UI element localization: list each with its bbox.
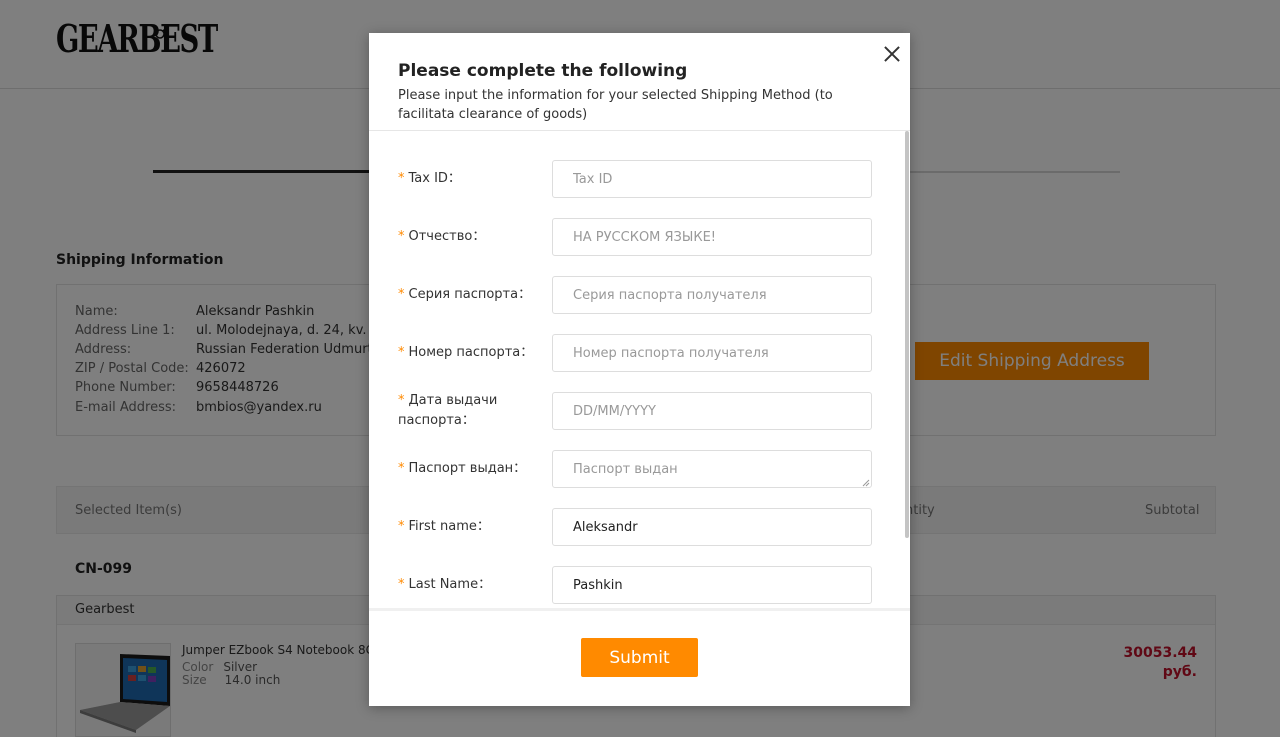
field-label-last-name: * Last Name： bbox=[398, 575, 538, 595]
field-label-text: Паспорт выдан： bbox=[408, 461, 527, 476]
field-label-patronymic: * Отчество： bbox=[398, 227, 538, 247]
submit-button[interactable]: Submit bbox=[581, 638, 698, 677]
required-star: * bbox=[398, 577, 405, 592]
required-star: * bbox=[398, 461, 405, 476]
required-star: * bbox=[398, 229, 405, 244]
modal-scrollbar-thumb[interactable] bbox=[905, 131, 909, 538]
passport-series-input[interactable] bbox=[552, 276, 872, 314]
field-label-text: Last Name： bbox=[408, 577, 492, 592]
modal-title: Please complete the following bbox=[398, 61, 688, 81]
field-label-first-name: * First name： bbox=[398, 517, 538, 537]
required-star: * bbox=[398, 519, 405, 534]
field-label-text: Номер паспорта： bbox=[408, 345, 534, 360]
field-label-passport-issued-by: * Паспорт выдан： bbox=[398, 459, 538, 479]
patronymic-input[interactable] bbox=[552, 218, 872, 256]
field-label-passport-series: * Серия паспорта： bbox=[398, 285, 538, 305]
field-label-text: First name： bbox=[408, 519, 490, 534]
field-label-passport-issue-date: * Дата выдачи паспорта： bbox=[398, 391, 518, 431]
field-label-text: Дата выдачи паспорта： bbox=[398, 393, 498, 428]
field-label-passport-number: * Номер паспорта： bbox=[398, 343, 538, 363]
passport-issued-by-textarea[interactable] bbox=[552, 450, 872, 488]
field-label-text: Отчество： bbox=[408, 229, 486, 244]
required-star: * bbox=[398, 287, 405, 302]
required-star: * bbox=[398, 171, 405, 186]
field-label-text: Tax ID： bbox=[408, 171, 461, 186]
required-star: * bbox=[398, 393, 405, 408]
shipping-info-modal: Please complete the following Please inp… bbox=[369, 33, 910, 706]
tax-id-input[interactable] bbox=[552, 160, 872, 198]
last-name-input[interactable] bbox=[552, 566, 872, 604]
modal-subtitle: Please input the information for your se… bbox=[398, 88, 833, 122]
close-icon[interactable] bbox=[882, 44, 902, 64]
required-star: * bbox=[398, 345, 405, 360]
modal-form-scroll-area[interactable]: *Tax ID： *Отчество： *Серия паспорта： *Но… bbox=[369, 131, 910, 608]
passport-issue-date-input[interactable] bbox=[552, 392, 872, 430]
field-label-text: Серия паспорта： bbox=[408, 287, 532, 302]
field-label-tax-id: * Tax ID： bbox=[398, 169, 538, 189]
passport-number-input[interactable] bbox=[552, 334, 872, 372]
resize-handle-icon[interactable] bbox=[862, 479, 870, 487]
first-name-input[interactable] bbox=[552, 508, 872, 546]
modal-footer-divider bbox=[369, 608, 910, 611]
